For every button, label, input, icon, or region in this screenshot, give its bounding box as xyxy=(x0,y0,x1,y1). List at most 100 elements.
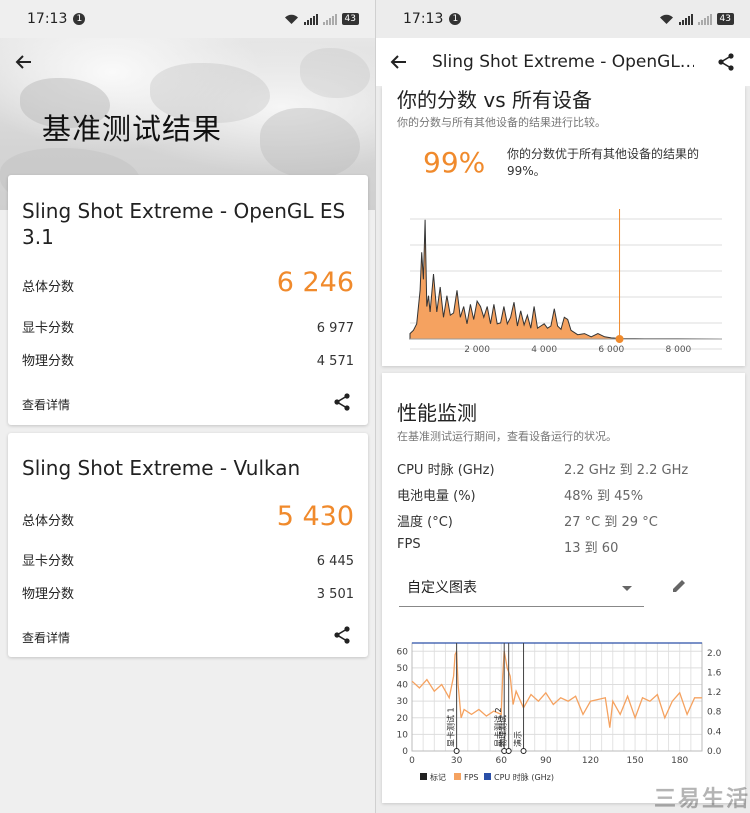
battery-icon: 43 xyxy=(341,13,359,25)
gpu-score-label: 显卡分数 xyxy=(22,554,75,569)
y-tick-label: 30 xyxy=(397,697,409,707)
score-distribution-chart: 2 000 4 000 6 000 8 000 xyxy=(409,209,723,355)
gpu-score-row: 显卡分数 6 445 xyxy=(22,550,354,569)
result-card-opengl: Sling Shot Extreme - OpenGL ES 3.1 总体分数 … xyxy=(8,175,368,425)
watermark-logo: 三易生活 xyxy=(653,787,750,812)
y2-tick-label: 1.6 xyxy=(707,668,722,678)
compare-subtitle: 你的分数与所有其他设备的结果进行比较。 xyxy=(397,116,606,129)
signal-icon xyxy=(678,13,693,25)
share-icon[interactable] xyxy=(332,392,352,412)
total-score-label: 总体分数 xyxy=(22,514,75,529)
status-time: 17:13 xyxy=(27,11,68,27)
y-tick-label: 50 xyxy=(397,664,409,674)
wifi-icon xyxy=(659,14,673,24)
x-tick-label: 180 xyxy=(671,756,688,766)
stat-row: FPS 13 到 60 xyxy=(397,537,717,556)
detail-screen: 17:13 1 43 Sling Shot Extreme - OpenGL… … xyxy=(375,0,750,813)
notification-badge: 1 xyxy=(73,13,86,25)
x-tick-label: 30 xyxy=(451,756,463,766)
stat-row: 温度 (°C) 27 °C 到 29 °C xyxy=(397,511,717,530)
gpu-score-value: 6 977 xyxy=(316,321,354,336)
total-score-label: 总体分数 xyxy=(22,280,75,295)
x-tick-label: 4 000 xyxy=(531,345,557,355)
signal-2-icon xyxy=(322,13,337,25)
y2-tick-label: 2.0 xyxy=(707,649,722,659)
marker-point xyxy=(453,748,460,754)
chart-select-dropdown[interactable]: 自定义图表 xyxy=(399,573,644,607)
gpu-score-label: 显卡分数 xyxy=(22,321,75,336)
x-tick-label: 2 000 xyxy=(464,345,490,355)
status-bar: 17:13 1 43 xyxy=(376,0,750,38)
x-tick-label: 150 xyxy=(626,756,643,766)
stat-row: 电池电量 (%) 48% 到 45% xyxy=(397,485,717,504)
stat-key: 温度 (°C) xyxy=(397,515,453,530)
performance-monitor-card: 性能监测 在基准测试运行期间，查看设备运行的状况。 CPU 时脉 (GHz) 2… xyxy=(382,373,745,803)
stat-value: 2.2 GHz 到 2.2 GHz xyxy=(564,463,689,478)
y2-tick-label: 0.8 xyxy=(707,708,722,718)
y-tick-label: 0 xyxy=(402,747,408,757)
percentile-description: 你的分数优于所有其他设备的结果的 99%。 xyxy=(507,147,700,178)
marker-point xyxy=(505,748,512,754)
y2-tick-label: 0.0 xyxy=(707,747,722,757)
legend-label: FPS xyxy=(464,773,479,782)
page-title: 基准测试结果 xyxy=(42,112,223,146)
signal-icon xyxy=(303,13,318,25)
total-score-row: 总体分数 6 246 xyxy=(22,267,354,298)
physics-score-value: 4 571 xyxy=(316,354,354,369)
result-card-vulkan: Sling Shot Extreme - Vulkan 总体分数 5 430 显… xyxy=(8,433,368,657)
arrow-left-icon[interactable] xyxy=(390,53,408,71)
y2-tick-label: 0.4 xyxy=(707,727,722,737)
app-bar-title: Sling Shot Extreme - OpenGL… xyxy=(432,52,694,72)
stat-key: 电池电量 (%) xyxy=(397,489,476,504)
performance-chart: 0 10 20 30 40 50 60 0.0 0.4 0.8 1.2 1.6 2.0 0 30 60 90 12… xyxy=(397,642,722,782)
x-tick-label: 60 xyxy=(496,756,508,766)
stat-value: 48% 到 45% xyxy=(564,489,644,504)
physics-score-row: 物理分数 4 571 xyxy=(22,350,354,369)
x-tick-label: 6 000 xyxy=(598,345,624,355)
status-icons: 43 xyxy=(284,13,359,25)
x-tick-label: 120 xyxy=(582,756,599,766)
y-tick-label: 40 xyxy=(397,681,409,691)
stat-row: CPU 时脉 (GHz) 2.2 GHz 到 2.2 GHz xyxy=(397,459,717,478)
view-details-link[interactable]: 查看详情 xyxy=(22,396,70,413)
physics-score-label: 物理分数 xyxy=(22,354,75,369)
physics-score-value: 3 501 xyxy=(316,587,354,602)
physics-score-label: 物理分数 xyxy=(22,587,75,602)
compare-heading: 你的分数 vs 所有设备 xyxy=(397,88,592,112)
card-title: Sling Shot Extreme - OpenGL ES 3.1 xyxy=(22,199,346,249)
legend-swatch xyxy=(420,773,427,780)
pencil-icon[interactable] xyxy=(670,577,688,595)
perf-heading: 性能监测 xyxy=(397,401,477,425)
percentile-value: 99% xyxy=(423,146,486,179)
stat-value: 27 °C 到 29 °C xyxy=(564,515,658,530)
notification-badge: 1 xyxy=(449,13,462,25)
your-score-marker xyxy=(615,335,624,343)
legend-label: 标记 xyxy=(430,772,446,782)
back-button[interactable] xyxy=(15,52,33,76)
gpu-score-value: 6 445 xyxy=(316,554,354,569)
status-icons: 43 xyxy=(659,13,734,25)
score-compare-card: 你的分数 vs 所有设备 你的分数与所有其他设备的结果进行比较。 99% 你的分… xyxy=(382,86,745,366)
app-bar: Sling Shot Extreme - OpenGL… xyxy=(376,38,750,86)
battery-icon: 43 xyxy=(716,13,734,25)
arrow-left-icon xyxy=(15,55,31,69)
view-details-link[interactable]: 查看详情 xyxy=(22,629,70,646)
y2-tick-label: 1.2 xyxy=(707,688,721,698)
signal-2-icon xyxy=(697,13,712,25)
distribution-area xyxy=(409,219,723,340)
chart-select-value: 自定义图表 xyxy=(407,580,477,596)
legend-swatch xyxy=(454,773,461,780)
share-icon[interactable] xyxy=(332,625,352,645)
share-icon[interactable] xyxy=(716,52,736,72)
marker-point xyxy=(520,748,527,754)
perf-subtitle: 在基准测试运行期间，查看设备运行的状况。 xyxy=(397,430,617,443)
y-tick-label: 10 xyxy=(397,730,409,740)
physics-score-row: 物理分数 3 501 xyxy=(22,583,354,602)
gpu-score-row: 显卡分数 6 977 xyxy=(22,317,354,336)
total-score-value: 6 246 xyxy=(276,267,354,298)
legend-label: CPU 时脉 (GHz) xyxy=(494,772,554,782)
total-score-value: 5 430 xyxy=(276,501,354,532)
y-tick-label: 20 xyxy=(397,714,409,724)
chevron-down-icon xyxy=(622,586,632,591)
x-tick-label: 0 xyxy=(409,756,415,766)
